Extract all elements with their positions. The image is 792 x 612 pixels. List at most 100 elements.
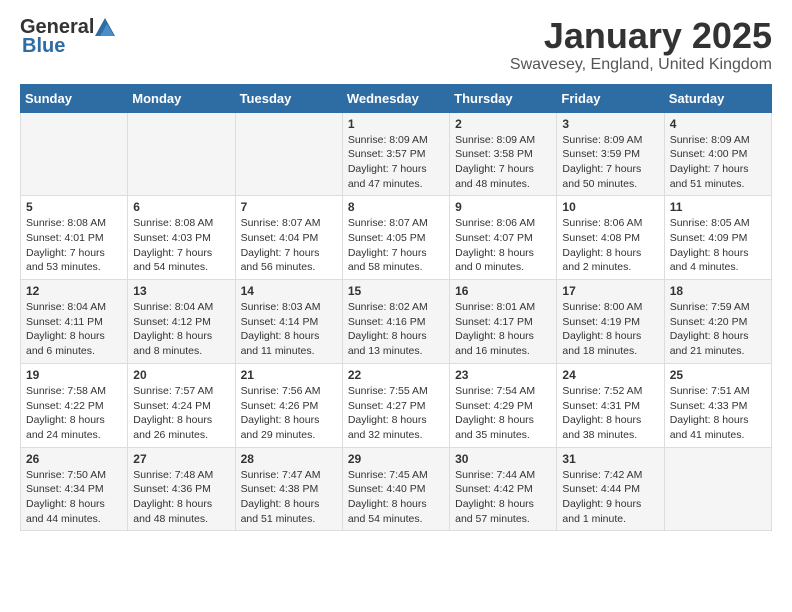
weekday-thursday: Thursday bbox=[450, 84, 557, 112]
day-info: Sunrise: 8:08 AM Sunset: 4:01 PM Dayligh… bbox=[26, 216, 122, 275]
week-row-5: 26 Sunrise: 7:50 AM Sunset: 4:34 PM Dayli… bbox=[21, 447, 772, 531]
empty-cell bbox=[235, 112, 342, 196]
logo: General Blue bbox=[20, 16, 115, 58]
calendar-table: SundayMondayTuesdayWednesdayThursdayFrid… bbox=[20, 84, 772, 532]
week-row-2: 5 Sunrise: 8:08 AM Sunset: 4:01 PM Daylig… bbox=[21, 196, 772, 280]
day-number: 28 bbox=[241, 452, 337, 466]
calendar-title: January 2025 bbox=[510, 16, 772, 56]
day-number: 23 bbox=[455, 368, 551, 382]
day-info: Sunrise: 7:47 AM Sunset: 4:38 PM Dayligh… bbox=[241, 468, 337, 527]
day-info: Sunrise: 8:00 AM Sunset: 4:19 PM Dayligh… bbox=[562, 300, 658, 359]
logo-blue: Blue bbox=[22, 35, 65, 58]
day-info: Sunrise: 8:06 AM Sunset: 4:07 PM Dayligh… bbox=[455, 216, 551, 275]
day-number: 17 bbox=[562, 284, 658, 298]
day-cell-17: 17 Sunrise: 8:00 AM Sunset: 4:19 PM Dayli… bbox=[557, 280, 664, 364]
week-row-1: 1 Sunrise: 8:09 AM Sunset: 3:57 PM Daylig… bbox=[21, 112, 772, 196]
day-number: 19 bbox=[26, 368, 122, 382]
day-number: 8 bbox=[348, 200, 444, 214]
day-cell-22: 22 Sunrise: 7:55 AM Sunset: 4:27 PM Dayli… bbox=[342, 363, 449, 447]
header: General Blue January 2025 Swavesey, Engl… bbox=[20, 16, 772, 74]
day-cell-27: 27Sunrise: 7:48 AM Sunset: 4:36 PM Dayli… bbox=[128, 447, 235, 531]
title-area: January 2025 Swavesey, England, United K… bbox=[510, 16, 772, 74]
calendar-subtitle: Swavesey, England, United Kingdom bbox=[510, 56, 772, 74]
day-number: 11 bbox=[670, 200, 766, 214]
day-cell-31: 31 Sunrise: 7:42 AM Sunset: 4:44 PM Dayli… bbox=[557, 447, 664, 531]
logo-icon bbox=[95, 18, 115, 36]
day-info: Sunrise: 7:54 AM Sunset: 4:29 PM Dayligh… bbox=[455, 384, 551, 443]
empty-cell bbox=[128, 112, 235, 196]
day-number: 7 bbox=[241, 200, 337, 214]
day-number: 9 bbox=[455, 200, 551, 214]
day-cell-7: 7Sunrise: 8:07 AM Sunset: 4:04 PM Daylig… bbox=[235, 196, 342, 280]
day-info: Sunrise: 8:02 AM Sunset: 4:16 PM Dayligh… bbox=[348, 300, 444, 359]
day-cell-26: 26 Sunrise: 7:50 AM Sunset: 4:34 PM Dayli… bbox=[21, 447, 128, 531]
empty-cell bbox=[664, 447, 771, 531]
day-number: 15 bbox=[348, 284, 444, 298]
day-number: 30 bbox=[455, 452, 551, 466]
day-info: Sunrise: 8:04 AM Sunset: 4:12 PM Dayligh… bbox=[133, 300, 229, 359]
weekday-sunday: Sunday bbox=[21, 84, 128, 112]
day-cell-21: 21Sunrise: 7:56 AM Sunset: 4:26 PM Dayli… bbox=[235, 363, 342, 447]
day-info: Sunrise: 8:01 AM Sunset: 4:17 PM Dayligh… bbox=[455, 300, 551, 359]
day-cell-13: 13 Sunrise: 8:04 AM Sunset: 4:12 PM Dayli… bbox=[128, 280, 235, 364]
page: General Blue January 2025 Swavesey, Engl… bbox=[0, 0, 792, 547]
day-info: Sunrise: 8:09 AM Sunset: 3:58 PM Dayligh… bbox=[455, 133, 551, 192]
day-info: Sunrise: 7:52 AM Sunset: 4:31 PM Dayligh… bbox=[562, 384, 658, 443]
day-number: 10 bbox=[562, 200, 658, 214]
day-number: 27 bbox=[133, 452, 229, 466]
day-number: 14 bbox=[241, 284, 337, 298]
day-number: 12 bbox=[26, 284, 122, 298]
day-number: 31 bbox=[562, 452, 658, 466]
day-number: 20 bbox=[133, 368, 229, 382]
day-info: Sunrise: 7:55 AM Sunset: 4:27 PM Dayligh… bbox=[348, 384, 444, 443]
day-info: Sunrise: 7:44 AM Sunset: 4:42 PM Dayligh… bbox=[455, 468, 551, 527]
day-info: Sunrise: 8:03 AM Sunset: 4:14 PM Dayligh… bbox=[241, 300, 337, 359]
day-cell-29: 29 Sunrise: 7:45 AM Sunset: 4:40 PM Dayli… bbox=[342, 447, 449, 531]
day-number: 3 bbox=[562, 117, 658, 131]
day-number: 2 bbox=[455, 117, 551, 131]
day-info: Sunrise: 8:08 AM Sunset: 4:03 PM Dayligh… bbox=[133, 216, 229, 275]
weekday-tuesday: Tuesday bbox=[235, 84, 342, 112]
day-cell-10: 10Sunrise: 8:06 AM Sunset: 4:08 PM Dayli… bbox=[557, 196, 664, 280]
day-info: Sunrise: 7:56 AM Sunset: 4:26 PM Dayligh… bbox=[241, 384, 337, 443]
day-number: 1 bbox=[348, 117, 444, 131]
day-cell-16: 16Sunrise: 8:01 AM Sunset: 4:17 PM Dayli… bbox=[450, 280, 557, 364]
day-number: 26 bbox=[26, 452, 122, 466]
day-cell-18: 18Sunrise: 7:59 AM Sunset: 4:20 PM Dayli… bbox=[664, 280, 771, 364]
day-cell-6: 6 Sunrise: 8:08 AM Sunset: 4:03 PM Daylig… bbox=[128, 196, 235, 280]
day-cell-11: 11 Sunrise: 8:05 AM Sunset: 4:09 PM Dayli… bbox=[664, 196, 771, 280]
day-cell-4: 4Sunrise: 8:09 AM Sunset: 4:00 PM Daylig… bbox=[664, 112, 771, 196]
day-info: Sunrise: 8:09 AM Sunset: 3:57 PM Dayligh… bbox=[348, 133, 444, 192]
day-cell-28: 28 Sunrise: 7:47 AM Sunset: 4:38 PM Dayli… bbox=[235, 447, 342, 531]
day-number: 6 bbox=[133, 200, 229, 214]
day-cell-20: 20 Sunrise: 7:57 AM Sunset: 4:24 PM Dayli… bbox=[128, 363, 235, 447]
weekday-saturday: Saturday bbox=[664, 84, 771, 112]
day-number: 4 bbox=[670, 117, 766, 131]
day-cell-30: 30 Sunrise: 7:44 AM Sunset: 4:42 PM Dayli… bbox=[450, 447, 557, 531]
day-info: Sunrise: 7:42 AM Sunset: 4:44 PM Dayligh… bbox=[562, 468, 658, 527]
day-number: 29 bbox=[348, 452, 444, 466]
empty-cell bbox=[21, 112, 128, 196]
weekday-monday: Monday bbox=[128, 84, 235, 112]
day-cell-12: 12 Sunrise: 8:04 AM Sunset: 4:11 PM Dayli… bbox=[21, 280, 128, 364]
day-info: Sunrise: 8:05 AM Sunset: 4:09 PM Dayligh… bbox=[670, 216, 766, 275]
weekday-friday: Friday bbox=[557, 84, 664, 112]
day-cell-15: 15 Sunrise: 8:02 AM Sunset: 4:16 PM Dayli… bbox=[342, 280, 449, 364]
day-cell-25: 25Sunrise: 7:51 AM Sunset: 4:33 PM Dayli… bbox=[664, 363, 771, 447]
weekday-header-row: SundayMondayTuesdayWednesdayThursdayFrid… bbox=[21, 84, 772, 112]
day-info: Sunrise: 7:45 AM Sunset: 4:40 PM Dayligh… bbox=[348, 468, 444, 527]
day-number: 22 bbox=[348, 368, 444, 382]
day-info: Sunrise: 7:57 AM Sunset: 4:24 PM Dayligh… bbox=[133, 384, 229, 443]
day-cell-23: 23 Sunrise: 7:54 AM Sunset: 4:29 PM Dayli… bbox=[450, 363, 557, 447]
day-cell-2: 2 Sunrise: 8:09 AM Sunset: 3:58 PM Daylig… bbox=[450, 112, 557, 196]
day-info: Sunrise: 8:04 AM Sunset: 4:11 PM Dayligh… bbox=[26, 300, 122, 359]
day-info: Sunrise: 7:59 AM Sunset: 4:20 PM Dayligh… bbox=[670, 300, 766, 359]
day-cell-19: 19Sunrise: 7:58 AM Sunset: 4:22 PM Dayli… bbox=[21, 363, 128, 447]
day-number: 5 bbox=[26, 200, 122, 214]
week-row-4: 19Sunrise: 7:58 AM Sunset: 4:22 PM Dayli… bbox=[21, 363, 772, 447]
day-info: Sunrise: 7:50 AM Sunset: 4:34 PM Dayligh… bbox=[26, 468, 122, 527]
day-cell-14: 14 Sunrise: 8:03 AM Sunset: 4:14 PM Dayli… bbox=[235, 280, 342, 364]
week-row-3: 12 Sunrise: 8:04 AM Sunset: 4:11 PM Dayli… bbox=[21, 280, 772, 364]
weekday-wednesday: Wednesday bbox=[342, 84, 449, 112]
day-number: 13 bbox=[133, 284, 229, 298]
